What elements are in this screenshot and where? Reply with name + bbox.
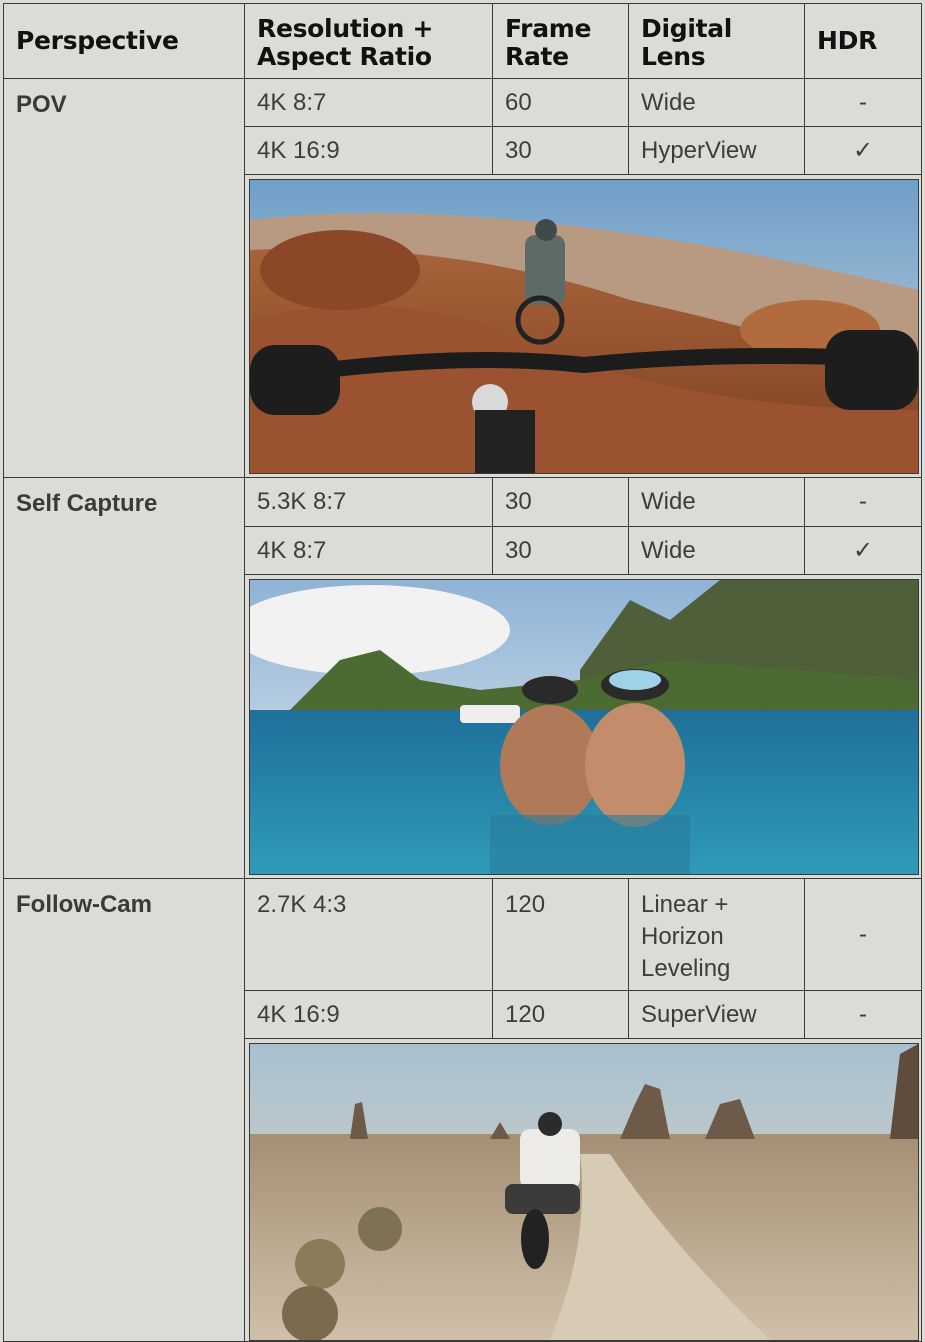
hdr-value: - (859, 1000, 867, 1028)
desert-motorbike-photo (249, 1043, 919, 1341)
header-resolution-line2: Aspect Ratio (257, 42, 432, 71)
table-row-self-1-lens: Wide (628, 477, 805, 527)
lens-value-line3: Leveling (641, 955, 731, 982)
lens-value: Wide (641, 488, 696, 515)
header-resolution: Resolution + Aspect Ratio (244, 3, 493, 79)
perspective-cell-self-capture: Self Capture (3, 477, 245, 879)
lens-value-line1: Linear + (641, 891, 729, 918)
table-row-pov-1-lens: Wide (628, 78, 805, 127)
table-row-follow-2-frame-rate: 120 (492, 990, 629, 1039)
table-row-self-1-resolution: 5.3K 8:7 (244, 477, 493, 527)
perspective-label-self-capture: Self Capture (16, 490, 158, 517)
table-row-pov-1-resolution: 4K 8:7 (244, 78, 493, 127)
resolution-value: 4K 8:7 (257, 536, 327, 564)
header-resolution-line1: Resolution + (257, 14, 434, 43)
table-row-self-1-frame-rate: 30 (492, 477, 629, 527)
frame-rate-value: 120 (505, 891, 546, 918)
frame-rate-value: 30 (505, 488, 532, 515)
perspective-label-pov: POV (16, 91, 67, 118)
header-hdr: HDR (804, 3, 922, 79)
table-row-follow-1-hdr: - (804, 878, 922, 991)
table-row-pov-2-lens: HyperView (628, 126, 805, 175)
header-perspective-label: Perspective (16, 26, 179, 55)
table-row-pov-2-hdr: ✓ (804, 126, 922, 175)
header-frame-rate-line2: Rate (505, 42, 569, 71)
table-row-follow-2-hdr: - (804, 990, 922, 1039)
table-row-pov-1-frame-rate: 60 (492, 78, 629, 127)
hdr-value: - (859, 88, 867, 116)
header-frame-rate-line1: Frame (505, 14, 592, 43)
resolution-value: 4K 16:9 (257, 136, 340, 164)
perspective-cell-pov: POV (3, 78, 245, 478)
table-row-pov-2-frame-rate: 30 (492, 126, 629, 175)
hdr-value: - (859, 488, 867, 515)
table-row-self-2-resolution: 4K 8:7 (244, 526, 493, 575)
hdr-check-icon: ✓ (852, 536, 874, 564)
table-row-follow-1-frame-rate: 120 (492, 878, 629, 991)
table-row-follow-2-lens: SuperView (628, 990, 805, 1039)
perspective-cell-follow-cam: Follow-Cam (3, 878, 245, 1342)
table-row-self-2-lens: Wide (628, 526, 805, 575)
hdr-value: - (859, 920, 867, 948)
frame-rate-value: 60 (505, 88, 532, 116)
lens-value: Wide (641, 536, 696, 564)
table-row-follow-1-resolution: 2.7K 4:3 (244, 878, 493, 991)
frame-rate-value: 120 (505, 1000, 546, 1028)
table-row-self-2-hdr: ✓ (804, 526, 922, 575)
resolution-value: 4K 16:9 (257, 1000, 340, 1028)
header-digital-lens-line2: Lens (641, 42, 706, 71)
mountain-bike-pov-photo (249, 179, 919, 474)
lens-value-line2: Horizon (641, 923, 724, 950)
frame-rate-value: 30 (505, 536, 532, 564)
table-row-pov-2-resolution: 4K 16:9 (244, 126, 493, 175)
lens-value: HyperView (641, 136, 757, 164)
resolution-value: 4K 8:7 (257, 88, 327, 116)
perspective-label-follow-cam: Follow-Cam (16, 891, 152, 918)
camera-settings-table: Perspective Resolution + Aspect Ratio Fr… (0, 0, 925, 1342)
lens-value: SuperView (641, 1000, 757, 1028)
resolution-value: 5.3K 8:7 (257, 488, 347, 515)
snorkel-selfie-photo (249, 579, 919, 875)
hdr-check-icon: ✓ (852, 136, 874, 164)
header-digital-lens-line1: Digital (641, 14, 733, 43)
frame-rate-value: 30 (505, 136, 532, 164)
lens-value: Wide (641, 88, 696, 116)
table-row-follow-2-resolution: 4K 16:9 (244, 990, 493, 1039)
resolution-value: 2.7K 4:3 (257, 891, 347, 918)
table-row-pov-1-hdr: - (804, 78, 922, 127)
table-row-follow-1-lens: Linear + Horizon Leveling (628, 878, 805, 991)
table-row-self-2-frame-rate: 30 (492, 526, 629, 575)
table-row-self-1-hdr: - (804, 477, 922, 527)
header-hdr-label: HDR (817, 26, 878, 55)
header-frame-rate: Frame Rate (492, 3, 629, 79)
header-perspective: Perspective (3, 3, 245, 79)
header-digital-lens: Digital Lens (628, 3, 805, 79)
